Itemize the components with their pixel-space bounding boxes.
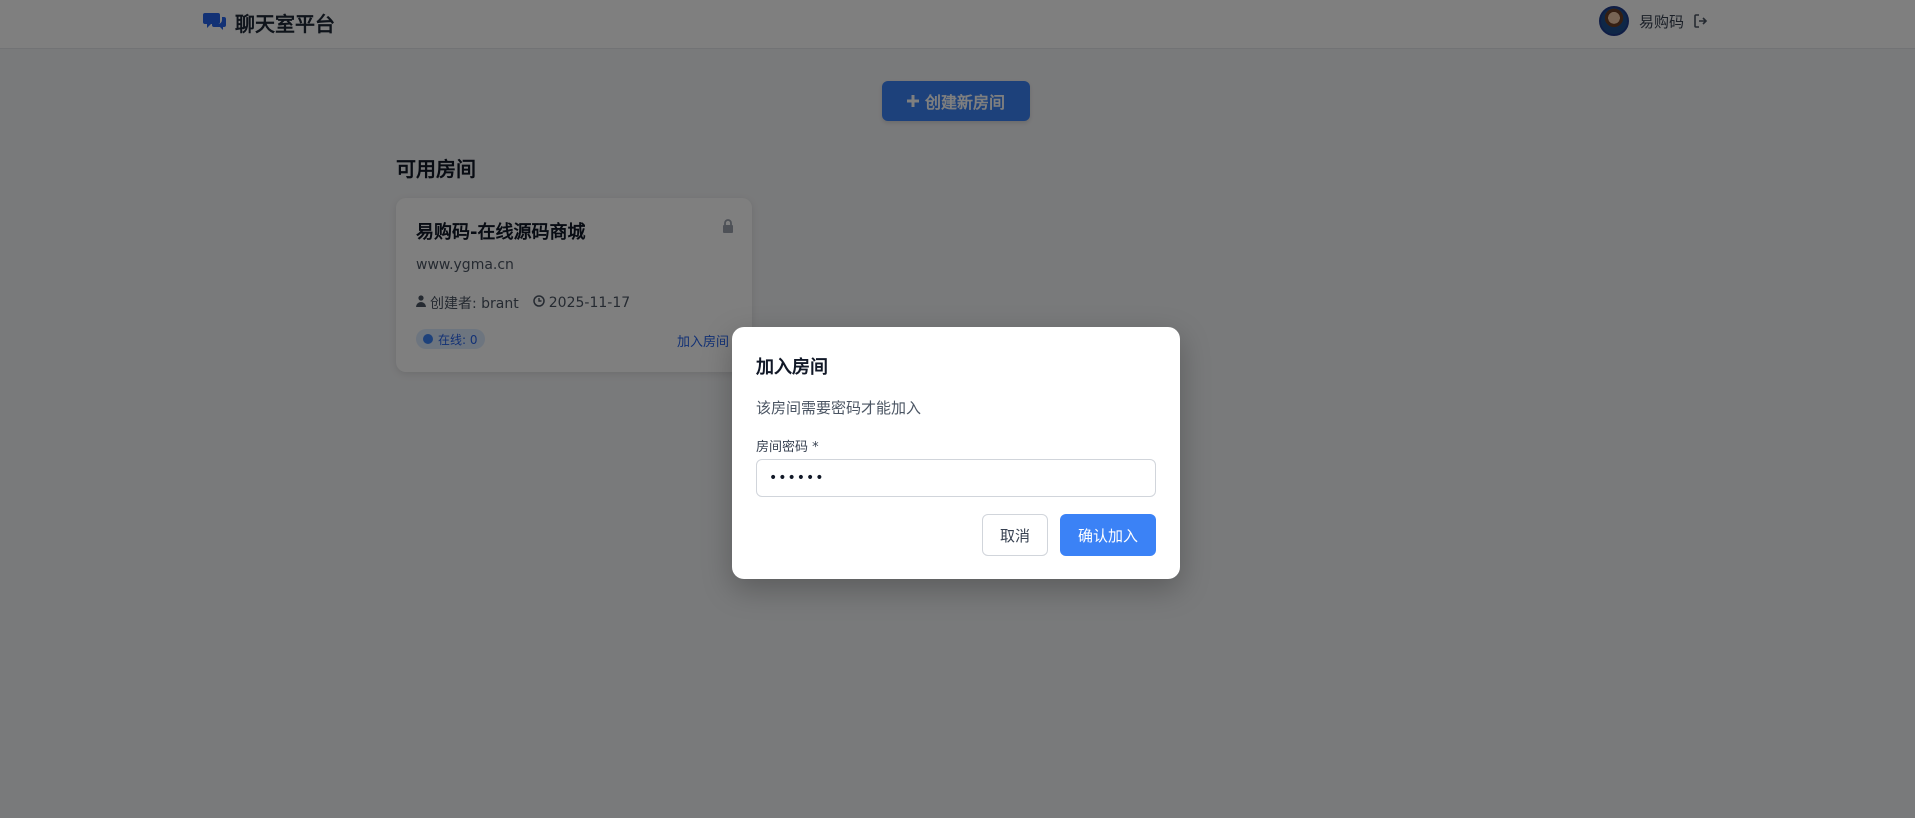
cancel-button[interactable]: 取消	[982, 514, 1048, 556]
modal-message: 该房间需要密码才能加入	[756, 399, 922, 417]
password-label: 房间密码 *	[756, 440, 819, 455]
modal-title: 加入房间	[756, 357, 828, 378]
confirm-join-button[interactable]: 确认加入	[1060, 514, 1156, 556]
room-password-input[interactable]	[756, 459, 1156, 497]
join-room-modal: 加入房间 该房间需要密码才能加入 房间密码 * 取消 确认加入	[732, 327, 1180, 579]
